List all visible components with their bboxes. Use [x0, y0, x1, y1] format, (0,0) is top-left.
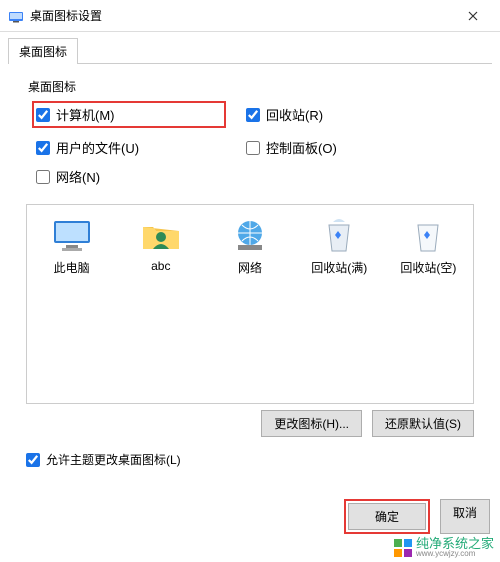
- icon-preview-box: 此电脑 abc 网络 回收站(满) 回收站(空): [26, 204, 474, 404]
- checkbox-computer[interactable]: 计算机(M): [32, 101, 226, 128]
- footer-buttons: 确定 取消: [344, 499, 490, 534]
- recycle-full-icon: [317, 215, 361, 255]
- icon-user[interactable]: abc: [124, 215, 197, 276]
- icon-network-label: 网络: [213, 259, 286, 276]
- checkbox-recycle-label: 回收站(R): [266, 105, 323, 124]
- checkbox-computer-input[interactable]: [36, 108, 50, 122]
- allow-theme-row: 允许主题更改桌面图标(L): [26, 451, 500, 468]
- icon-recycle-full-label: 回收站(满): [303, 259, 376, 276]
- checkbox-userfiles-input[interactable]: [36, 141, 50, 155]
- cancel-button[interactable]: 取消: [440, 499, 490, 534]
- restore-default-button[interactable]: 还原默认值(S): [372, 410, 474, 437]
- checkbox-ctrlpanel-input[interactable]: [246, 141, 260, 155]
- icon-thispc-label: 此电脑: [35, 259, 108, 276]
- icon-recycle-empty[interactable]: 回收站(空): [392, 215, 465, 276]
- icon-recycle-full[interactable]: 回收站(满): [303, 215, 376, 276]
- checkbox-network-input[interactable]: [36, 170, 50, 184]
- window-title: 桌面图标设置: [30, 7, 450, 24]
- icon-button-row: 更改图标(H)... 还原默认值(S): [0, 410, 474, 437]
- watermark-sub: www.ycwjzy.com: [416, 550, 494, 558]
- icon-thispc[interactable]: 此电脑: [35, 215, 108, 276]
- checkbox-network[interactable]: 网络(N): [36, 167, 226, 186]
- tab-desktop-icons[interactable]: 桌面图标: [8, 38, 78, 64]
- user-folder-icon: [139, 215, 183, 255]
- monitor-icon: [50, 215, 94, 255]
- checkbox-allow-theme-label: 允许主题更改桌面图标(L): [46, 451, 181, 468]
- checkbox-allow-theme[interactable]: 允许主题更改桌面图标(L): [26, 451, 500, 468]
- tab-strip: 桌面图标: [8, 38, 492, 64]
- icon-user-label: abc: [124, 259, 197, 273]
- checkbox-recycle-input[interactable]: [246, 108, 260, 122]
- checkbox-userfiles-label: 用户的文件(U): [56, 138, 139, 157]
- recycle-empty-icon: [406, 215, 450, 255]
- checkbox-ctrlpanel-label: 控制面板(O): [266, 138, 337, 157]
- checkbox-userfiles[interactable]: 用户的文件(U): [36, 138, 226, 157]
- checkbox-recycle[interactable]: 回收站(R): [246, 101, 436, 128]
- watermark: 纯净系统之家 www.ycwjzy.com: [394, 537, 494, 558]
- ok-button[interactable]: 确定: [348, 503, 426, 530]
- checkbox-network-label: 网络(N): [56, 167, 100, 186]
- icon-row: 此电脑 abc 网络 回收站(满) 回收站(空): [27, 215, 473, 276]
- icon-network[interactable]: 网络: [213, 215, 286, 276]
- tab-divider: [8, 63, 492, 64]
- checkbox-computer-label: 计算机(M): [56, 105, 115, 124]
- close-button[interactable]: [450, 1, 496, 31]
- section-label: 桌面图标: [28, 78, 500, 95]
- icon-recycle-empty-label: 回收站(空): [392, 259, 465, 276]
- window-icon: [8, 8, 24, 24]
- globe-icon: [228, 215, 272, 255]
- checkbox-grid: 计算机(M) 回收站(R) 用户的文件(U) 控制面板(O) 网络(N): [36, 101, 500, 186]
- watermark-logo-icon: [394, 539, 412, 557]
- checkbox-allow-theme-input[interactable]: [26, 453, 40, 467]
- titlebar: 桌面图标设置: [0, 0, 500, 32]
- change-icon-button[interactable]: 更改图标(H)...: [261, 410, 362, 437]
- ok-highlight: 确定: [344, 499, 430, 534]
- checkbox-ctrlpanel[interactable]: 控制面板(O): [246, 138, 436, 157]
